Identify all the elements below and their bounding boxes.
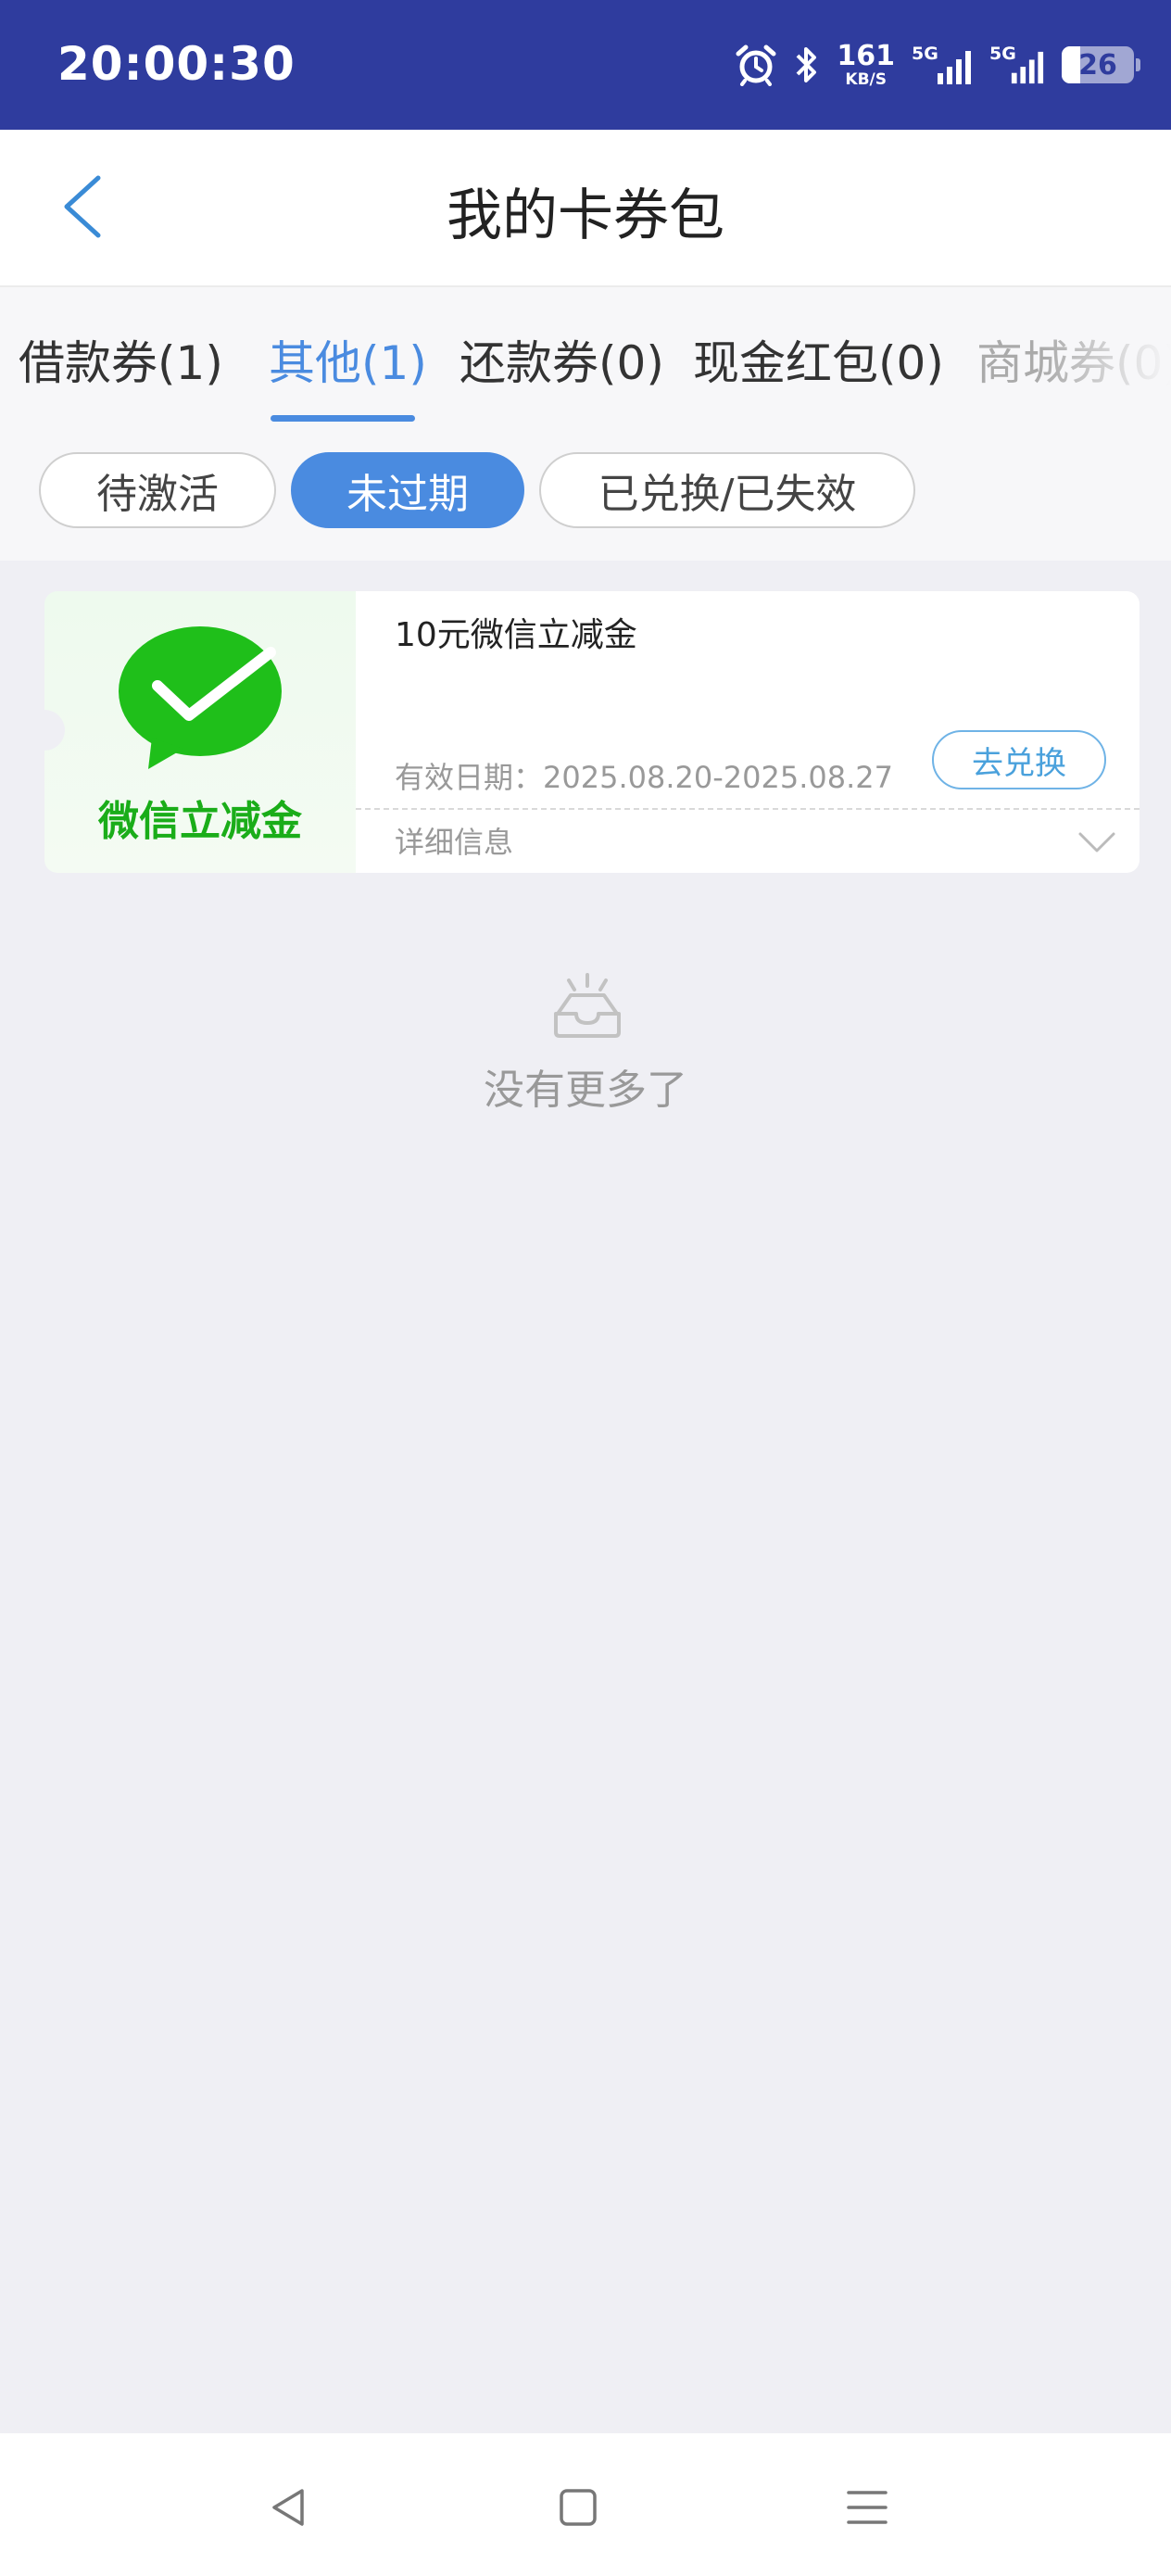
signal-label-1: 5G <box>912 44 938 64</box>
page-title: 我的卡券包 <box>447 183 724 248</box>
tab-cash-red-packets[interactable]: 现金红包(0) <box>693 326 944 393</box>
filter-pending-activation[interactable]: 待激活 <box>39 452 276 528</box>
coupon-notch <box>24 710 65 751</box>
triangle-back-icon <box>272 2489 304 2526</box>
battery-level: 26 <box>1078 48 1117 82</box>
coupon-divider <box>356 808 1140 810</box>
redeem-button[interactable]: 去兑换 <box>932 730 1106 789</box>
no-more-text: 没有更多了 <box>484 1067 687 1114</box>
tab-other[interactable]: 其他(1) <box>269 326 427 393</box>
coupon-card[interactable]: 微信立减金 10元微信立减金 有效日期：2025.08.20-2025.08.2… <box>24 591 1140 873</box>
coupon-validity: 有效日期：2025.08.20-2025.08.27 <box>395 760 893 795</box>
coupon-info-panel: 10元微信立减金 有效日期：2025.08.20-2025.08.27 去兑换 … <box>356 591 1140 873</box>
tabs-area: 借款券(1) 其他(1) 还款券(0) 现金红包(0) 商城券(0) 待激活 未… <box>0 287 1171 561</box>
status-icons: 161 KB/S 5G 5G 26 <box>735 37 1140 93</box>
tab-mall-coupons[interactable]: 商城券(0) <box>976 326 1171 393</box>
filter-unexpired[interactable]: 未过期 <box>291 452 524 528</box>
network-speed-value: 161 <box>837 39 895 72</box>
empty-tray-icon <box>554 973 621 1038</box>
tab-loan-coupons[interactable]: 借款券(1) <box>19 326 223 393</box>
nav-menu-button[interactable] <box>830 2470 904 2544</box>
network-speed-unit: KB/S <box>845 69 887 89</box>
nav-back-button[interactable] <box>252 2470 326 2544</box>
status-filters: 待激活 未过期 已兑换/已失效 <box>0 452 1171 536</box>
nav-home-button[interactable] <box>541 2470 615 2544</box>
menu-lines-icon <box>847 2491 888 2524</box>
signal-icon <box>938 51 971 84</box>
battery-icon: 26 <box>1062 46 1140 83</box>
wechat-icon <box>119 626 282 769</box>
signal-icon <box>1011 51 1044 84</box>
category-tabs: 借款券(1) 其他(1) 还款券(0) 现金红包(0) 商城券(0) <box>0 287 1171 426</box>
coupon-brand-panel: 微信立减金 <box>24 591 356 873</box>
header: 我的卡券包 <box>0 130 1171 287</box>
status-time: 20:00:30 <box>57 37 296 91</box>
signal-group-2: 5G <box>989 44 1045 86</box>
signal-group-1: 5G <box>912 44 973 86</box>
navigation-bar <box>0 2433 1171 2576</box>
filter-redeemed-expired[interactable]: 已兑换/已失效 <box>539 452 915 528</box>
tab-repayment-coupons[interactable]: 还款券(0) <box>460 326 664 393</box>
battery-nub <box>1136 58 1140 71</box>
details-toggle[interactable]: 详细信息 <box>395 819 513 862</box>
alarm-icon <box>736 44 776 86</box>
coupon-title: 10元微信立减金 <box>395 616 637 654</box>
active-tab-indicator <box>271 415 415 422</box>
chevron-down-icon[interactable] <box>1077 830 1117 854</box>
coupon-brand-text: 微信立减金 <box>98 798 302 845</box>
bluetooth-icon <box>796 47 817 82</box>
network-speed: 161 KB/S <box>837 39 895 89</box>
square-home-icon <box>560 2489 597 2526</box>
status-bar: 20:00:30 161 KB/S 5G 5G 26 <box>0 0 1171 130</box>
